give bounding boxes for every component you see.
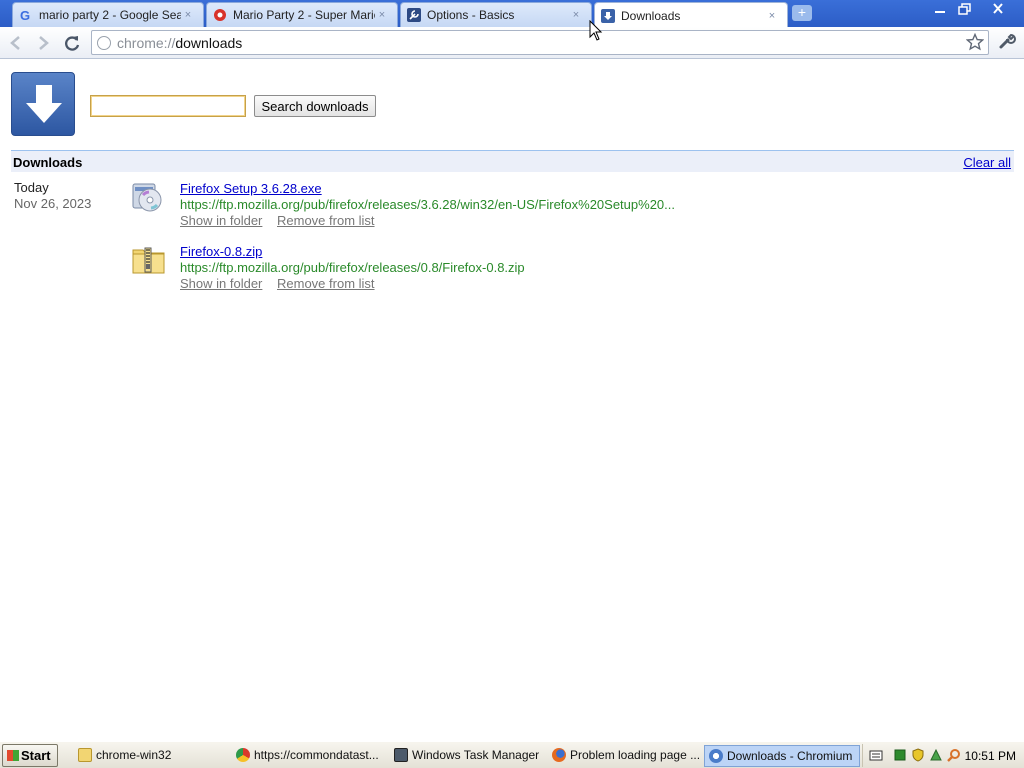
tab-options[interactable]: Options - Basics × xyxy=(400,2,592,27)
tab-downloads[interactable]: Downloads × xyxy=(594,2,788,28)
updates-icon[interactable] xyxy=(929,748,943,762)
taskbar-item-commondatastorage[interactable]: https://commondatast... xyxy=(232,745,384,767)
google-icon: G xyxy=(19,8,33,22)
date-label: Today xyxy=(14,180,49,195)
search-icon[interactable] xyxy=(947,748,961,762)
taskbar-item-firefox[interactable]: Problem loading page ... xyxy=(548,745,700,767)
network-icon[interactable] xyxy=(893,748,907,762)
download-item: Firefox Setup 3.6.28.exe https://ftp.moz… xyxy=(132,181,732,231)
window-close-icon[interactable] xyxy=(986,1,1010,17)
downloads-header: Downloads Clear all xyxy=(11,150,1014,172)
download-source-url: https://ftp.mozilla.org/pub/firefox/rele… xyxy=(180,197,675,212)
chrome-icon xyxy=(236,748,250,762)
keyboard-icon[interactable] xyxy=(869,748,883,762)
minimize-icon[interactable] xyxy=(928,1,952,17)
search-input[interactable] xyxy=(90,95,246,117)
page-icon xyxy=(97,35,111,50)
svg-text:G: G xyxy=(20,8,30,22)
close-icon[interactable]: × xyxy=(765,10,779,22)
tab-title: Mario Party 2 - Super Mario... xyxy=(233,8,375,22)
download-file-name[interactable]: Firefox Setup 3.6.28.exe xyxy=(180,181,322,196)
folder-icon xyxy=(78,748,92,762)
tab-mario-party[interactable]: Mario Party 2 - Super Mario... × xyxy=(206,2,398,27)
taskbar: Start chrome-win32 https://commondatast.… xyxy=(0,741,1024,768)
start-label: Start xyxy=(21,748,51,763)
zip-folder-icon xyxy=(132,244,166,276)
address-text: chrome://downloads xyxy=(117,34,243,51)
remove-from-list-link[interactable]: Remove from list xyxy=(277,276,375,291)
bookmark-star-icon[interactable] xyxy=(965,32,985,56)
show-in-folder-link[interactable]: Show in folder xyxy=(180,213,262,228)
downloads-logo-icon xyxy=(11,72,75,136)
taskbar-item-downloads-chromium[interactable]: Downloads - Chromium xyxy=(704,745,860,767)
tab-title: Options - Basics xyxy=(427,8,515,22)
restore-icon[interactable] xyxy=(953,1,977,17)
firefox-icon xyxy=(552,748,566,762)
windows-flag-icon xyxy=(7,750,19,761)
downloads-icon xyxy=(601,8,615,23)
browser-toolbar: chrome://downloads xyxy=(0,27,1024,59)
clear-all-link[interactable]: Clear all xyxy=(963,155,1011,170)
close-icon[interactable]: × xyxy=(569,9,583,21)
wrench-icon xyxy=(407,8,421,22)
show-in-folder-link[interactable]: Show in folder xyxy=(180,276,262,291)
search-downloads-button[interactable]: Search downloads xyxy=(254,95,376,117)
tab-title: mario party 2 - Google Search xyxy=(39,8,181,22)
close-icon[interactable]: × xyxy=(375,9,389,21)
section-title: Downloads xyxy=(13,155,83,170)
tab-strip: G mario party 2 - Google Search × Mario … xyxy=(0,0,1024,28)
installer-icon xyxy=(132,181,166,213)
chromium-icon xyxy=(709,749,723,763)
new-tab-button[interactable]: + xyxy=(792,5,812,21)
taskbar-item-chrome-win32[interactable]: chrome-win32 xyxy=(74,745,226,767)
forward-icon[interactable] xyxy=(32,32,54,54)
address-bar[interactable]: chrome://downloads xyxy=(91,30,989,55)
tab-title: Downloads xyxy=(621,8,681,23)
date-full: Nov 26, 2023 xyxy=(14,196,92,211)
download-source-url: https://ftp.mozilla.org/pub/firefox/rele… xyxy=(180,260,525,275)
reload-icon[interactable] xyxy=(61,32,83,54)
start-button[interactable]: Start xyxy=(2,744,58,767)
download-file-name[interactable]: Firefox-0.8.zip xyxy=(180,244,262,259)
tab-google-search[interactable]: G mario party 2 - Google Search × xyxy=(12,2,204,27)
wrench-menu-icon[interactable] xyxy=(996,32,1018,54)
mouse-cursor-icon xyxy=(589,19,603,45)
shield-icon[interactable] xyxy=(911,748,925,762)
back-icon[interactable] xyxy=(5,32,27,54)
task-manager-icon xyxy=(394,748,408,762)
close-icon[interactable]: × xyxy=(181,9,195,21)
mario-icon xyxy=(213,8,227,22)
clock: 10:51 PM xyxy=(964,749,1016,763)
taskbar-item-task-manager[interactable]: Windows Task Manager xyxy=(390,745,542,767)
remove-from-list-link[interactable]: Remove from list xyxy=(277,213,375,228)
system-tray: 10:51 PM xyxy=(862,744,1022,767)
download-item: Firefox-0.8.zip https://ftp.mozilla.org/… xyxy=(132,244,732,294)
